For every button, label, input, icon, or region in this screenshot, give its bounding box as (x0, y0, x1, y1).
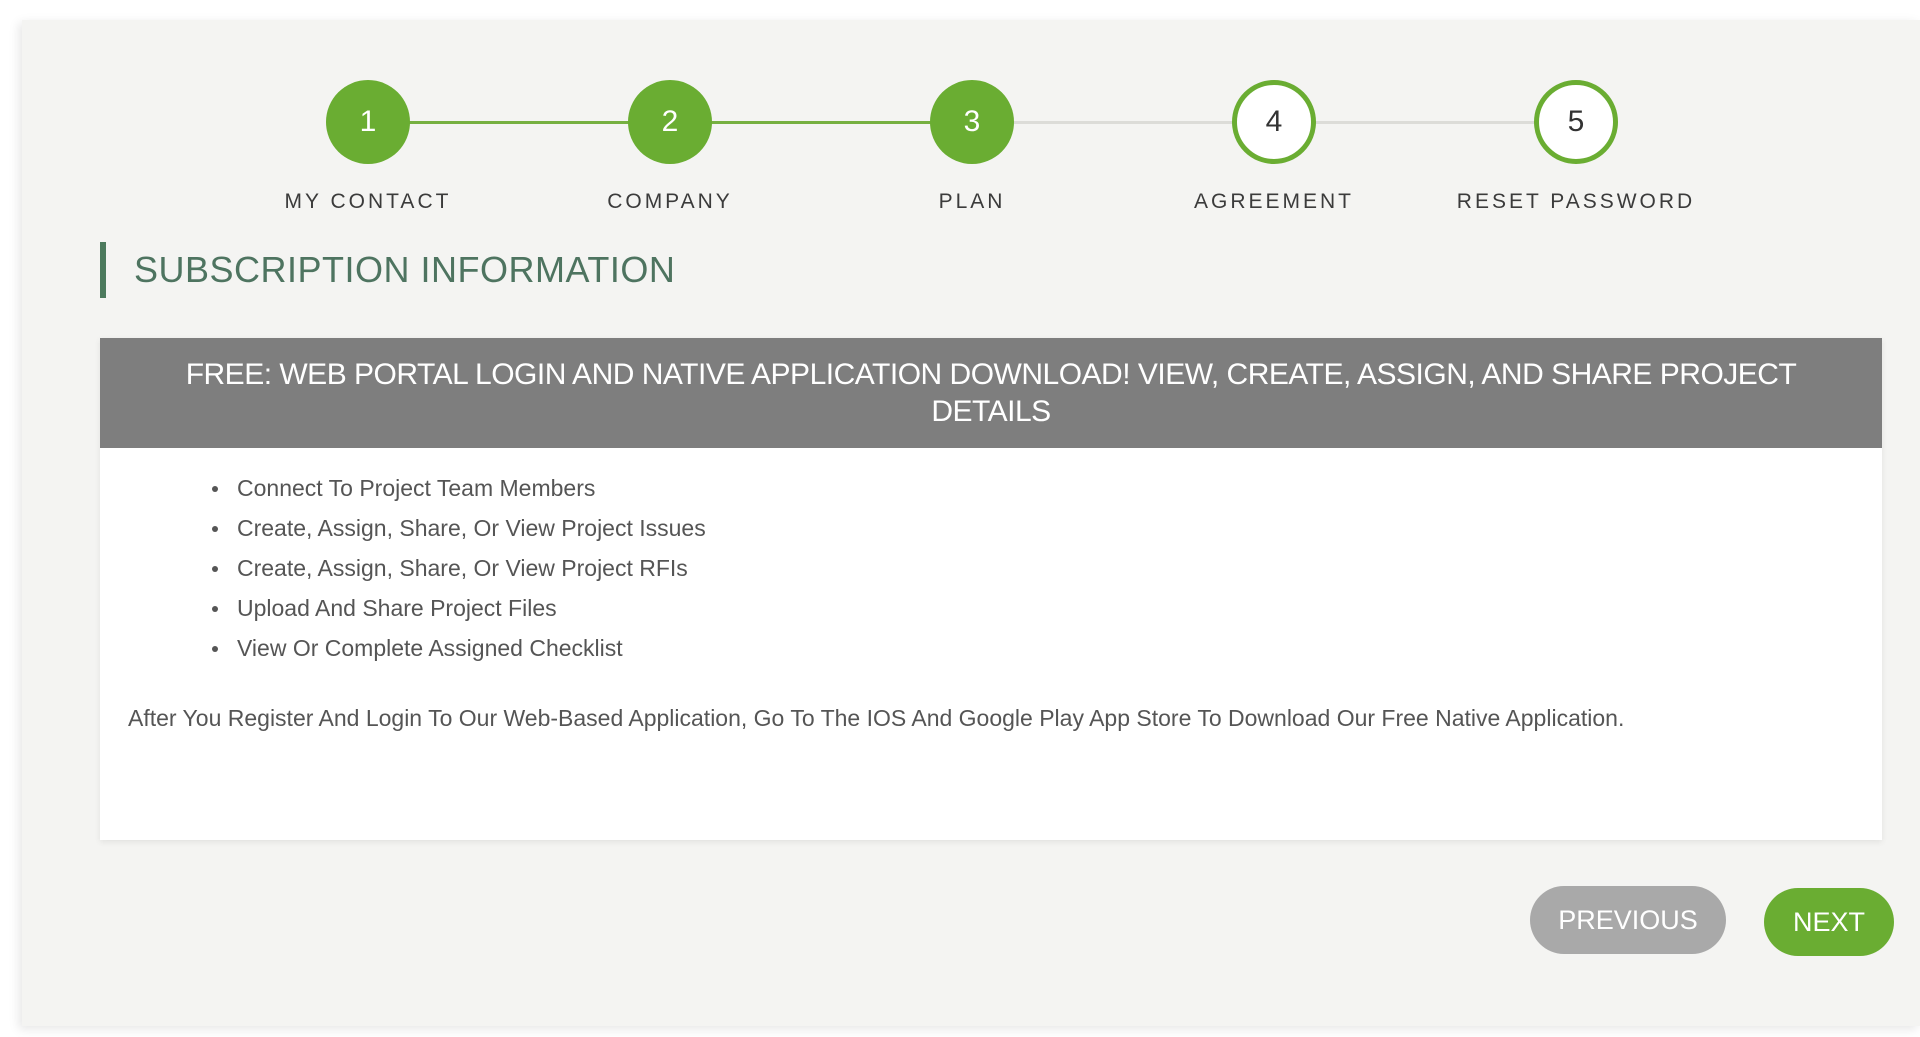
plan-panel: FREE: WEB PORTAL LOGIN AND NATIVE APPLIC… (100, 338, 1882, 840)
plan-note: After You Register And Login To Our Web-… (128, 705, 1625, 731)
step-circle: 1 (326, 80, 410, 164)
list-item: View Or Complete Assigned Checklist (212, 628, 1854, 668)
feature-list: Connect To Project Team Members Create, … (128, 468, 1854, 668)
list-item: Create, Assign, Share, Or View Project I… (212, 508, 1854, 548)
registration-card: 1 MY CONTACT 2 COMPANY 3 PLAN 4 AGREEMEN… (22, 20, 1920, 1026)
step-plan[interactable]: 3 PLAN (822, 80, 1122, 214)
previous-button[interactable]: PREVIOUS (1530, 886, 1726, 954)
step-my-contact[interactable]: 1 MY CONTACT (218, 80, 518, 214)
step-label: MY CONTACT (284, 190, 452, 213)
list-item: Create, Assign, Share, Or View Project R… (212, 548, 1854, 588)
next-button[interactable]: NEXT (1764, 888, 1894, 956)
plan-body: Connect To Project Team Members Create, … (100, 468, 1882, 739)
progress-stepper: 1 MY CONTACT 2 COMPANY 3 PLAN 4 AGREEMEN… (22, 20, 1920, 220)
step-circle: 4 (1232, 80, 1316, 164)
step-circle: 2 (628, 80, 712, 164)
step-company[interactable]: 2 COMPANY (520, 80, 820, 214)
step-label: RESET PASSWORD (1456, 190, 1696, 213)
section-title: SUBSCRIPTION INFORMATION (100, 242, 675, 298)
list-item: Upload And Share Project Files (212, 588, 1854, 628)
step-label: COMPANY (607, 190, 733, 213)
step-label: PLAN (938, 190, 1006, 213)
list-item: Connect To Project Team Members (212, 468, 1854, 508)
step-circle: 5 (1534, 80, 1618, 164)
step-agreement[interactable]: 4 AGREEMENT (1124, 80, 1424, 214)
step-circle: 3 (930, 80, 1014, 164)
step-label: AGREEMENT (1193, 190, 1354, 213)
step-reset-password[interactable]: 5 RESET PASSWORD (1426, 80, 1726, 214)
plan-header: FREE: WEB PORTAL LOGIN AND NATIVE APPLIC… (100, 338, 1882, 448)
